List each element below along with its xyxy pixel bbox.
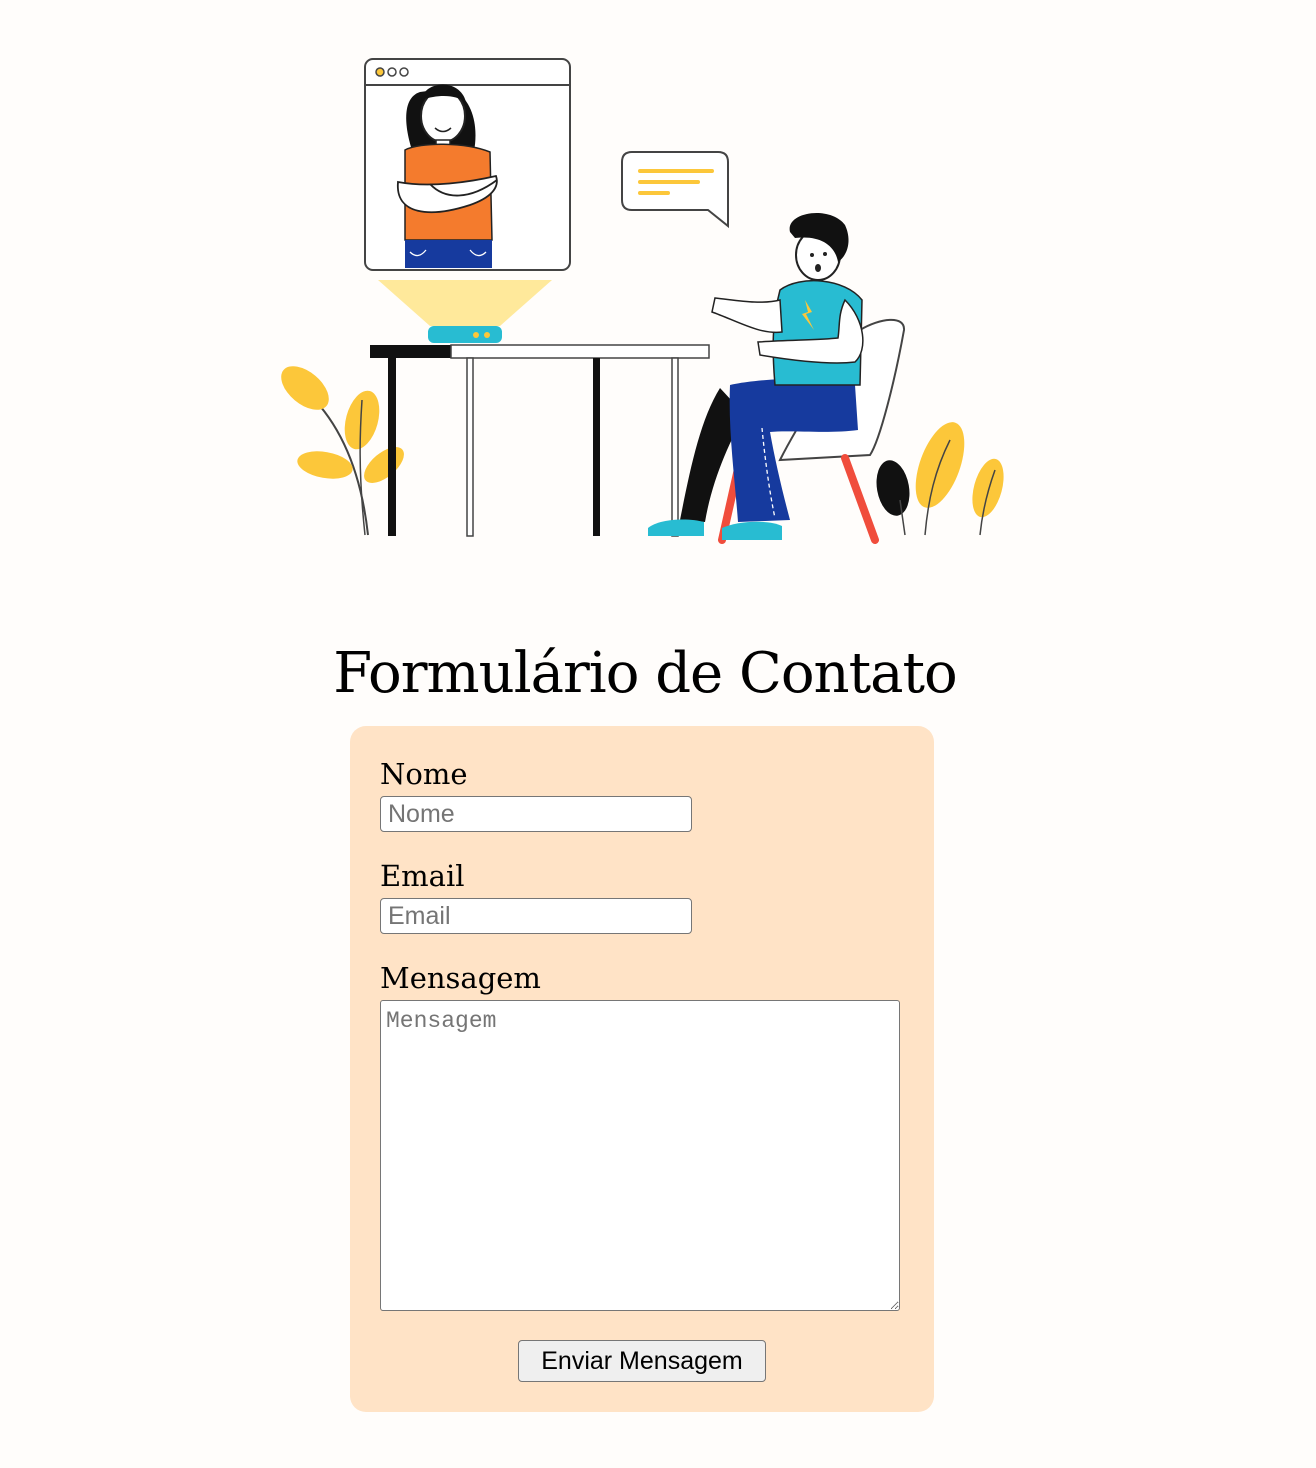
- projector-icon: [428, 326, 502, 343]
- message-textarea[interactable]: [380, 1000, 900, 1311]
- email-input[interactable]: [380, 898, 692, 934]
- page-title: Formulário de Contato: [333, 641, 957, 706]
- speech-bubble-icon: [621, 151, 729, 229]
- name-input[interactable]: [380, 796, 692, 832]
- video-call-illustration: [281, 58, 1004, 544]
- email-label: Email: [380, 859, 465, 893]
- projector-beam-icon: [378, 280, 552, 326]
- man-icon: [648, 213, 864, 540]
- video-window-icon: [364, 58, 571, 271]
- right-plant-icon: [876, 422, 1004, 536]
- table-icon: [370, 344, 710, 537]
- contact-form: Nome Email Mensagem Enviar Mensagem: [350, 726, 934, 1412]
- send-message-button[interactable]: Enviar Mensagem: [518, 1340, 766, 1382]
- name-label: Nome: [380, 757, 468, 791]
- message-label: Mensagem: [380, 961, 541, 995]
